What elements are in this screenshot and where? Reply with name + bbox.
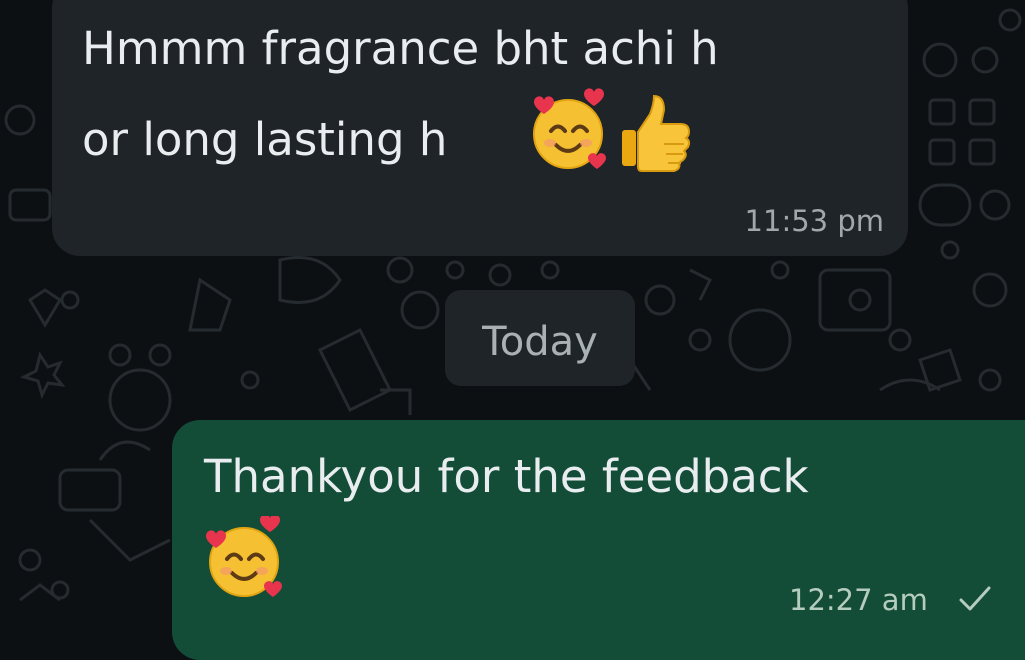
single-check-icon [959, 586, 991, 611]
smiling-face-with-hearts-icon [206, 516, 282, 597]
incoming-message-line-2: or long lasting h [82, 112, 447, 168]
incoming-message-line-1: Hmmm fragrance bht achi h [82, 22, 719, 75]
outgoing-message-line-1: Thankyou for the feedback [204, 450, 809, 503]
incoming-message-bubble[interactable]: Hmmm fragrance bht achi h or long lastin… [52, 0, 908, 256]
outgoing-message-time: 12:27 am [789, 583, 928, 617]
incoming-message-time: 11:53 pm [744, 204, 884, 238]
date-separator-label: Today [482, 319, 598, 365]
date-separator: Today [445, 290, 635, 386]
smiling-face-with-hearts-icon [533, 88, 606, 169]
outgoing-message-bubble[interactable]: Thankyou for the feedback 12:27 am [172, 420, 1025, 660]
thumbs-up-icon [622, 94, 691, 172]
incoming-message-line-2-text: or long lasting h [82, 113, 448, 166]
